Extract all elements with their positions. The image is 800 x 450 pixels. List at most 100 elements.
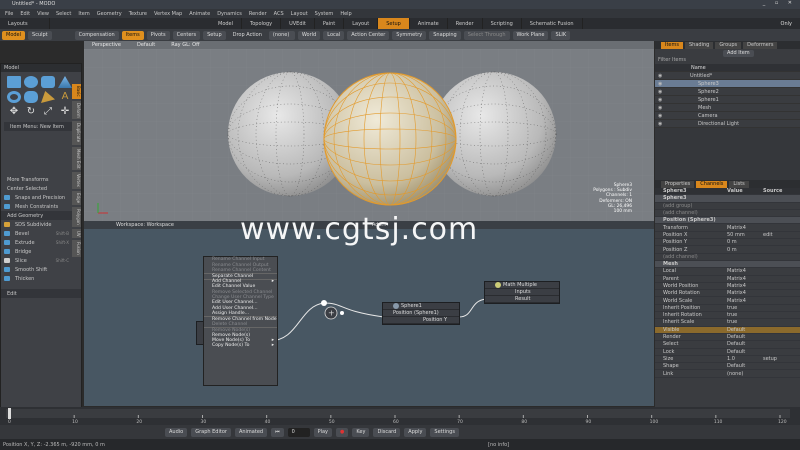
channel-row[interactable]: (add channel) xyxy=(655,254,800,261)
menu-item-texture[interactable]: Texture xyxy=(129,11,147,17)
channel-row[interactable]: Position (Sphere3) xyxy=(655,217,800,225)
discard-button[interactable]: Discard xyxy=(373,427,401,437)
channel-row[interactable]: Visible Default xyxy=(655,326,800,334)
eye-icon[interactable]: ◉ xyxy=(658,121,680,127)
local-button[interactable]: Local xyxy=(323,30,345,40)
pivots-button[interactable]: Pivots xyxy=(146,30,170,40)
channel-value[interactable]: Matrix4 xyxy=(727,290,763,296)
menu-item-select[interactable]: Select xyxy=(56,11,71,17)
channel-row[interactable]: Inherit Position true xyxy=(655,305,800,313)
window-controls[interactable]: _ ▫ ✕ xyxy=(763,0,796,6)
channel-value[interactable]: 1.0 xyxy=(727,356,763,362)
key-record-icon[interactable]: ● xyxy=(336,427,349,437)
edit-select[interactable]: Edit xyxy=(1,289,81,298)
item-row[interactable]: ◉ Sphere1 xyxy=(655,96,800,104)
add-item-button[interactable]: Add Item xyxy=(723,49,754,57)
rewind-button[interactable]: ⏮ xyxy=(271,427,284,437)
drop-action-select[interactable]: (none) xyxy=(268,30,295,40)
centers-button[interactable]: Centers xyxy=(172,30,201,40)
timeline[interactable]: 0 10 20 30 40 50 60 70 80 90 100 110 120 xyxy=(0,407,800,425)
side-tab-edge[interactable]: Edge xyxy=(72,190,81,206)
menu-item-acs[interactable]: ACS xyxy=(274,11,284,17)
channel-row[interactable]: Position Z 0 m xyxy=(655,246,800,254)
apply-button[interactable]: Apply xyxy=(404,427,427,437)
eye-icon[interactable]: ◉ xyxy=(658,113,680,119)
channel-row[interactable]: Inherit Rotation true xyxy=(655,312,800,320)
pen-icon[interactable] xyxy=(41,91,55,103)
channel-row[interactable]: Position Y 0 m xyxy=(655,239,800,247)
items-tab-deformers[interactable]: Deformers xyxy=(743,41,778,49)
side-tab-polygon[interactable]: Polygon xyxy=(72,207,81,227)
side-tab-deform[interactable]: Deform xyxy=(72,100,81,120)
channel-row[interactable]: World Scale Matrix4 xyxy=(655,297,800,305)
snaps-precision-tool[interactable]: Snaps and Precision xyxy=(1,193,81,202)
world-button[interactable]: World xyxy=(297,30,321,40)
eye-icon[interactable]: ◉ xyxy=(658,81,680,87)
node-sphere1-position[interactable]: Position (Sphere1) xyxy=(383,310,459,317)
tool-extrude[interactable]: Extrude Shift-X xyxy=(1,238,81,247)
channel-value[interactable]: 50 mm xyxy=(727,232,763,238)
channel-row[interactable]: Shape Default xyxy=(655,363,800,371)
setup-button[interactable]: Setup xyxy=(203,30,226,40)
menu-item-render[interactable]: Render xyxy=(249,11,267,17)
capsule-icon[interactable] xyxy=(24,91,38,103)
item-row[interactable]: ◉ Camera xyxy=(655,112,800,120)
item-row[interactable]: ◉ Mesh xyxy=(655,104,800,112)
viewport-head-1[interactable]: Default xyxy=(137,42,155,48)
tab-topology[interactable]: Topology xyxy=(242,18,282,29)
tab-layout[interactable]: Layout xyxy=(344,18,379,29)
channel-value[interactable]: 0 m xyxy=(727,247,763,253)
tab-uvedit[interactable]: UVEdit xyxy=(281,18,315,29)
node-math-multiple[interactable]: Math Multiple Inputs Result xyxy=(484,281,560,304)
layouts-button[interactable]: Layouts xyxy=(0,18,50,29)
action-center-button[interactable]: Action Center xyxy=(347,30,390,40)
tool-thicken[interactable]: Thicken xyxy=(1,274,81,283)
channel-value[interactable]: Default xyxy=(727,363,763,369)
sphere-icon[interactable] xyxy=(24,76,38,88)
menu-item-system[interactable]: System xyxy=(315,11,334,17)
channel-row[interactable]: Position X 50 mm edit xyxy=(655,232,800,240)
channel-value[interactable]: Default xyxy=(727,327,763,333)
side-tab-uv[interactable]: UV xyxy=(72,228,81,239)
menu-item-view[interactable]: View xyxy=(37,11,49,17)
node-math-inputs[interactable]: Inputs xyxy=(485,289,559,296)
channel-row[interactable]: Size 1.0 setup xyxy=(655,356,800,364)
cylinder-icon[interactable] xyxy=(41,76,55,88)
channel-value[interactable]: Default xyxy=(727,341,763,347)
tab-setup[interactable]: Setup xyxy=(378,18,410,29)
tool-slice[interactable]: Slice Shift-C xyxy=(1,256,81,265)
model-mode-button[interactable]: Model xyxy=(2,30,26,40)
channel-row[interactable]: Select Default xyxy=(655,341,800,349)
tab-render[interactable]: Render xyxy=(448,18,483,29)
channel-value[interactable]: true xyxy=(727,319,763,325)
link-dot[interactable] xyxy=(321,300,327,306)
tool-smooth-shift[interactable]: Smooth Shift xyxy=(1,265,81,274)
rotate-icon[interactable]: ↻ xyxy=(24,106,38,118)
key-button[interactable]: Key xyxy=(352,427,370,437)
torus-icon[interactable] xyxy=(7,91,21,103)
tool-bridge[interactable]: Bridge xyxy=(1,247,81,256)
more-transforms-select[interactable]: More Transforms xyxy=(1,175,81,184)
graph-editor-button[interactable]: Graph Editor xyxy=(191,427,231,437)
channel-row[interactable]: (add channel) xyxy=(655,210,800,218)
side-tab-vertex[interactable]: Vertex xyxy=(72,172,81,189)
schematic-view[interactable]: Workspace: Workspace Add... + Sphere1 Po… xyxy=(84,221,654,406)
item-row[interactable]: ◉ Sphere3 xyxy=(655,80,800,88)
items-tab-shading[interactable]: Shading xyxy=(685,41,714,49)
channel-value[interactable]: Matrix4 xyxy=(727,276,763,282)
channel-value[interactable]: Matrix4 xyxy=(727,268,763,274)
tab-animate[interactable]: Animate xyxy=(410,18,448,29)
channel-row[interactable]: Parent Matrix4 xyxy=(655,276,800,283)
settings-button[interactable]: Settings xyxy=(430,427,459,437)
channel-row[interactable]: Inherit Scale true xyxy=(655,319,800,327)
context-menu-item[interactable]: Remove Channel from Node xyxy=(204,316,277,322)
menu-item-help[interactable]: Help xyxy=(340,11,351,17)
tool-bevel[interactable]: Bevel Shift-B xyxy=(1,229,81,238)
tool-sds-subdivide[interactable]: SDS Subdivide xyxy=(1,220,81,229)
context-menu-item[interactable]: Copy Node(s) To ▸ xyxy=(204,343,277,348)
channel-row[interactable]: Sphere3 xyxy=(655,195,800,203)
center-selected-select[interactable]: Center Selected xyxy=(1,184,81,193)
channel-value[interactable]: true xyxy=(727,305,763,311)
menu-item-item[interactable]: Item xyxy=(78,11,89,17)
menu-item-layout[interactable]: Layout xyxy=(291,11,308,17)
